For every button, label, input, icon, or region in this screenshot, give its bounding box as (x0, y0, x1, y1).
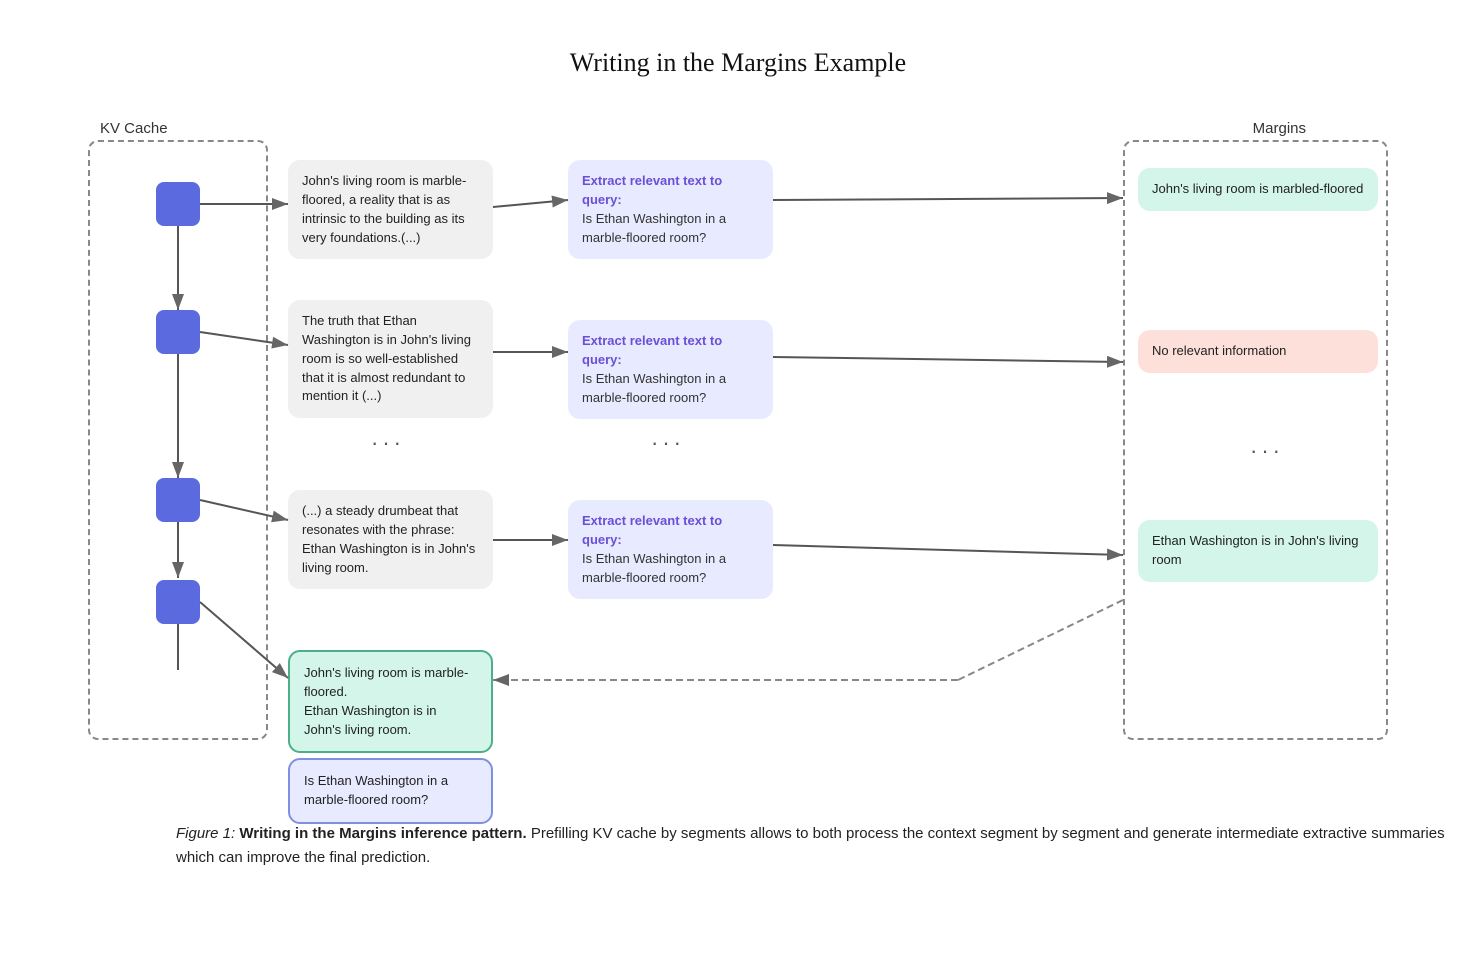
fig-bold-text: Writing in the Margins inference pattern… (239, 825, 526, 842)
context-box-1: John's living room is marble-floored, a … (288, 160, 493, 259)
diagram-container: KV Cache Margins John's living room is m… (88, 110, 1388, 830)
summary-box-text: John's living room is marble-floored.Eth… (304, 665, 468, 737)
kv-block-3 (156, 478, 200, 522)
query-box: Is Ethan Washington in a marble-floored … (288, 758, 493, 824)
extract-query-1: Is Ethan Washington in a marble-floored … (582, 210, 759, 248)
kv-cache-region: KV Cache (88, 140, 268, 740)
ellipsis-context: ··· (371, 430, 405, 456)
margins-label: Margins (1253, 120, 1306, 137)
kv-block-4 (156, 580, 200, 624)
margin-box-3: Ethan Washington is in John's living roo… (1138, 520, 1378, 582)
figure-caption: Figure 1: Writing in the Margins inferen… (176, 822, 1476, 870)
fig-label: Figure 1: (176, 825, 235, 842)
extract-query-3: Is Ethan Washington in a marble-floored … (582, 550, 759, 588)
extract-box-3: Extract relevant text to query: Is Ethan… (568, 500, 773, 599)
context-box-2: The truth that Ethan Washington is in Jo… (288, 300, 493, 418)
extract-label-2: Extract relevant text to query: (582, 332, 759, 370)
ellipsis-margin: ··· (1250, 438, 1284, 464)
extract-label-1: Extract relevant text to query: (582, 172, 759, 210)
kv-block-1 (156, 182, 200, 226)
margin-box-2: No relevant information (1138, 330, 1378, 373)
page-title: Writing in the Margins Example (0, 0, 1476, 110)
kv-cache-label: KV Cache (100, 120, 168, 137)
kv-block-2 (156, 310, 200, 354)
extract-label-3: Extract relevant text to query: (582, 512, 759, 550)
margin-box-1: John's living room is marbled-floored (1138, 168, 1378, 211)
context-box-3: (...) a steady drumbeat that resonates w… (288, 490, 493, 589)
summary-box: John's living room is marble-floored.Eth… (288, 650, 493, 753)
extract-query-2: Is Ethan Washington in a marble-floored … (582, 370, 759, 408)
extract-box-2: Extract relevant text to query: Is Ethan… (568, 320, 773, 419)
ellipsis-extract: ··· (651, 430, 685, 456)
extract-box-1: Extract relevant text to query: Is Ethan… (568, 160, 773, 259)
